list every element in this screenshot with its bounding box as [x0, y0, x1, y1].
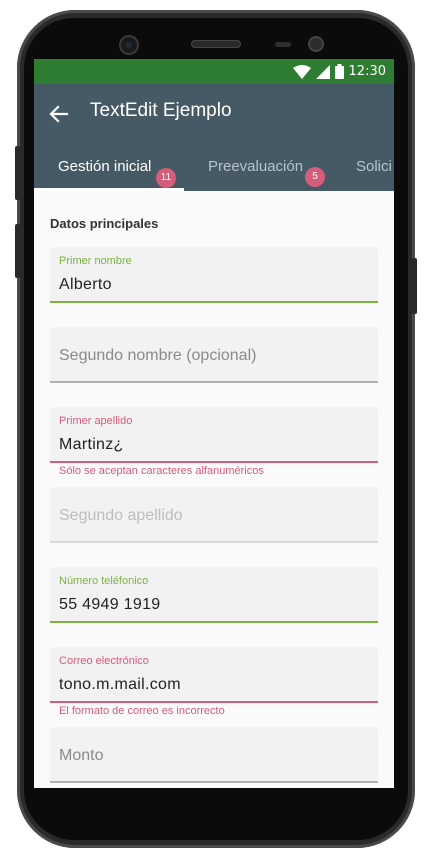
- field-label: Primer apellido: [59, 415, 133, 427]
- field-underline: [50, 301, 378, 303]
- field-label: Primer nombre: [59, 255, 132, 267]
- active-tab-indicator: [34, 188, 184, 191]
- field-underline: [50, 541, 378, 543]
- tab-preevaluacion[interactable]: Preevaluación: [208, 142, 303, 191]
- wifi-icon: [292, 64, 311, 79]
- field-underline: [50, 781, 378, 783]
- field-value: 55 4949 1919: [59, 596, 161, 613]
- tab-bar: Gestión inicial 11 Preevaluación 5 Solic…: [34, 142, 394, 191]
- battery-icon: [334, 64, 344, 79]
- field-placeholder: Segundo apellido: [59, 507, 183, 524]
- second-surname-field[interactable]: Segundo apellido: [50, 487, 378, 543]
- tab-label: Gestión inicial: [58, 158, 152, 175]
- amount-field[interactable]: Monto: [50, 727, 378, 783]
- tab-label: Preevaluación: [208, 158, 304, 175]
- first-name-field[interactable]: Primer nombre Alberto: [50, 247, 378, 303]
- field-underline: [50, 381, 378, 383]
- power-button: [412, 258, 417, 314]
- proximity-sensor: [275, 42, 291, 47]
- field-value: Alberto: [59, 276, 112, 293]
- tab-badge: 5: [305, 167, 325, 187]
- tab-solicitud[interactable]: Solici: [356, 142, 392, 191]
- volume-down-button: [15, 224, 20, 278]
- error-message: Sólo se aceptan caracteres alfanuméricos: [59, 465, 264, 477]
- field-value: Martinz¿: [59, 436, 124, 453]
- section-title: Datos principales: [50, 216, 159, 231]
- signal-icon: [315, 64, 330, 79]
- first-surname-field[interactable]: Primer apellido Martinz¿: [50, 407, 378, 463]
- field-underline: [50, 461, 378, 463]
- tab-badge: 11: [156, 168, 176, 188]
- field-placeholder: Segundo nombre (opcional): [59, 347, 257, 364]
- arrow-left-icon[interactable]: [48, 103, 70, 125]
- field-underline: [50, 701, 378, 703]
- phone-number-field[interactable]: Número teléfonico 55 4949 1919: [50, 567, 378, 623]
- app-bar: TextEdit Ejemplo Gestión inicial 11 Pree…: [34, 84, 394, 191]
- page-title: TextEdit Ejemplo: [90, 100, 232, 121]
- screen: 12:30 TextEdit Ejemplo Gestión inicial 1…: [34, 59, 394, 788]
- secondary-sensor: [310, 38, 322, 50]
- error-message: El formato de correo es incorrecto: [59, 705, 225, 717]
- status-bar: 12:30: [34, 59, 394, 84]
- tab-label: Solici: [356, 158, 392, 175]
- field-label: Correo electrónico: [59, 655, 149, 667]
- email-field[interactable]: Correo electrónico tono.m.mail.com: [50, 647, 378, 703]
- volume-up-button: [15, 146, 20, 200]
- clock: 12:30: [348, 64, 386, 79]
- front-camera-icon: [121, 37, 137, 53]
- second-name-field[interactable]: Segundo nombre (opcional): [50, 327, 378, 383]
- earpiece-speaker: [191, 40, 241, 48]
- tab-gestion-inicial[interactable]: Gestión inicial: [58, 142, 151, 191]
- field-value: tono.m.mail.com: [59, 676, 181, 693]
- field-placeholder: Monto: [59, 747, 104, 764]
- field-underline: [50, 621, 378, 623]
- field-label: Número teléfonico: [59, 575, 149, 587]
